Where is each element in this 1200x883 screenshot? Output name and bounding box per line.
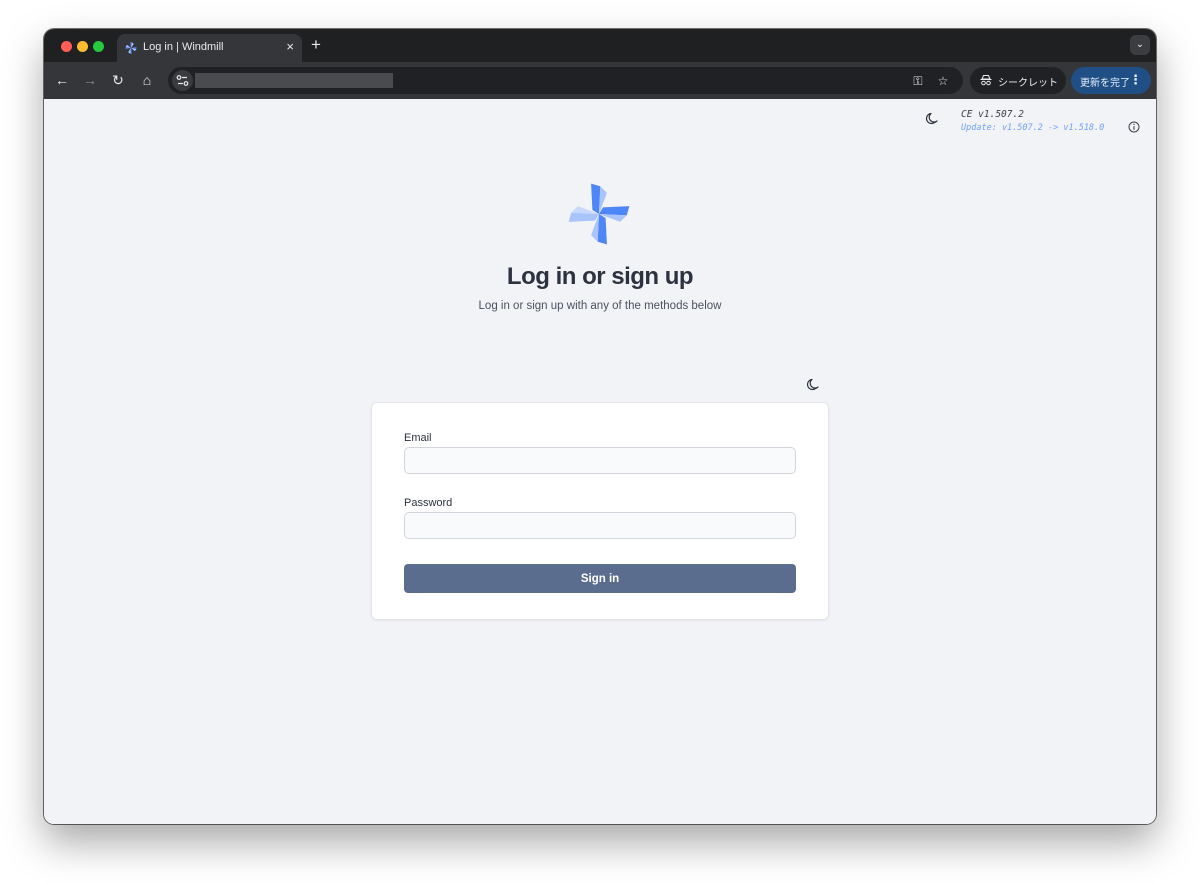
update-button-label: 更新を完了 [1080, 78, 1130, 89]
new-tab-button[interactable]: + [311, 35, 321, 55]
email-field[interactable] [404, 447, 796, 474]
password-field[interactable] [404, 512, 796, 539]
back-arrow-icon[interactable]: ← [53, 71, 71, 89]
bookmark-star-icon[interactable]: ☆ [935, 73, 951, 89]
home-icon[interactable]: ⌂ [138, 71, 156, 89]
update-available-notice[interactable]: Update: v1.507.2 -> v1.518.0 [961, 123, 1104, 133]
version-label: CE v1.507.2 [961, 109, 1024, 120]
tab-bar: Log in | Windmill × + ⌄ [44, 29, 1156, 62]
sign-in-button[interactable]: Sign in [404, 564, 796, 593]
windmill-favicon-icon [125, 42, 137, 54]
info-icon[interactable] [1128, 121, 1140, 133]
windmill-logo-icon [568, 183, 630, 245]
tab-windmill-login[interactable]: Log in | Windmill × [117, 34, 302, 62]
incognito-indicator[interactable]: シークレット [970, 67, 1066, 94]
address-bar[interactable]: ⚿ ☆ [168, 67, 963, 94]
site-settings-icon[interactable] [172, 70, 193, 91]
password-label: Password [404, 497, 453, 509]
finish-update-button[interactable]: 更新を完了 ⋮ [1071, 67, 1151, 94]
zoom-window-button[interactable] [93, 41, 104, 52]
password-key-icon[interactable]: ⚿ [910, 73, 926, 89]
login-page: CE v1.507.2 Update: v1.507.2 -> v1.518.0… [44, 99, 1156, 824]
minimize-window-button[interactable] [77, 41, 88, 52]
close-window-button[interactable] [61, 41, 72, 52]
reload-icon[interactable]: ↻ [109, 71, 127, 89]
browser-window: Log in | Windmill × + ⌄ ← → ↻ ⌂ ⚿ ☆ シークレ… [44, 29, 1156, 824]
version-info: CE v1.507.2 Update: v1.507.2 -> v1.518.0 [961, 109, 1104, 133]
dark-mode-moon-icon[interactable] [925, 112, 939, 126]
tab-title: Log in | Windmill [143, 41, 224, 53]
email-label: Email [404, 432, 432, 444]
url-text-redacted[interactable] [195, 73, 393, 88]
forward-arrow-icon[interactable]: → [81, 71, 99, 89]
login-card: Email Password Sign in [371, 402, 829, 620]
tab-search-chevron-icon[interactable]: ⌄ [1130, 35, 1150, 55]
incognito-label: シークレット [998, 78, 1058, 89]
incognito-icon [980, 75, 992, 86]
page-subtitle: Log in or sign up with any of the method… [478, 300, 722, 312]
theme-toggle-moon-icon[interactable] [806, 378, 820, 392]
browser-toolbar: ← → ↻ ⌂ ⚿ ☆ シークレット 更新を完了 ⋮ [44, 62, 1156, 99]
page-title: Log in or sign up [506, 263, 694, 290]
more-menu-icon[interactable]: ⋮ [1129, 72, 1142, 88]
tab-close-icon[interactable]: × [286, 39, 294, 54]
